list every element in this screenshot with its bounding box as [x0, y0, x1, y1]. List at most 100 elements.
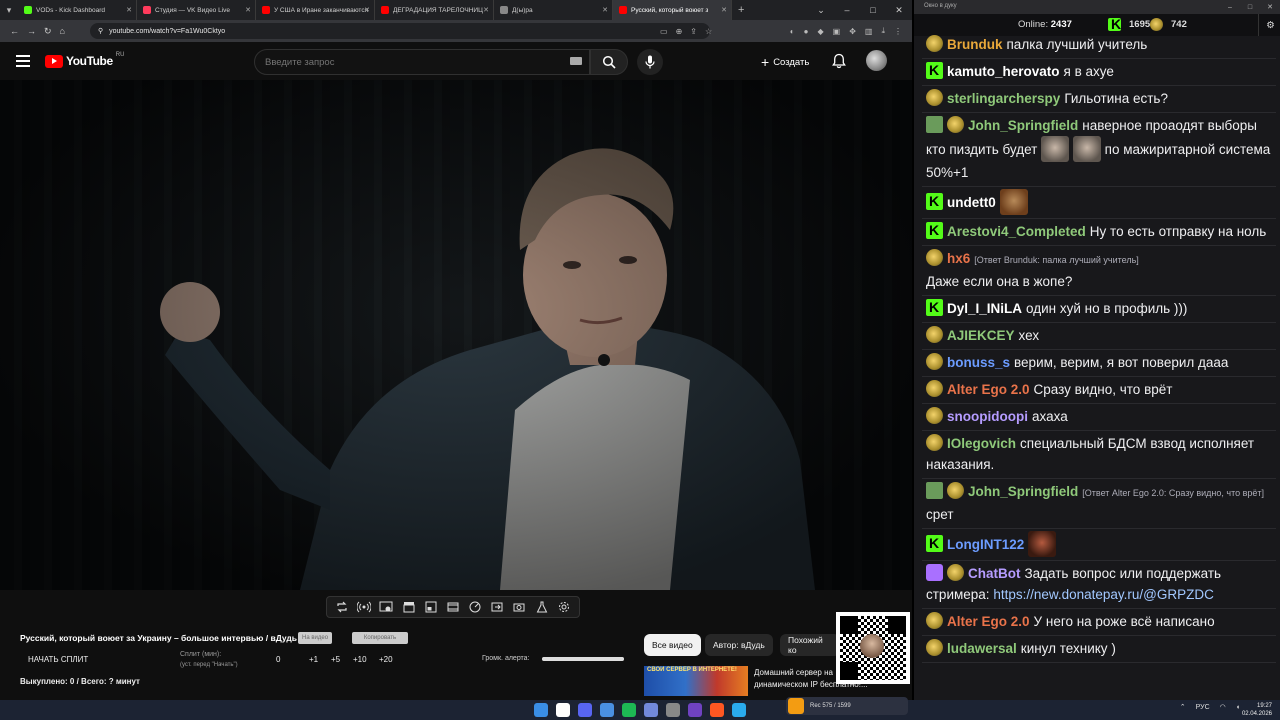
broadcast-icon[interactable] — [357, 600, 372, 614]
chip-all-videos[interactable]: Все видео — [644, 634, 701, 656]
split-value-plus20[interactable]: +20 — [379, 655, 393, 664]
account-avatar[interactable] — [866, 50, 887, 71]
puzzle-icon[interactable]: ✥ — [849, 27, 856, 36]
taskbar-app-icon[interactable] — [622, 703, 636, 717]
dropdown-icon[interactable]: ⌄ — [808, 0, 834, 20]
search-input[interactable] — [265, 56, 555, 68]
voice-search-button[interactable] — [637, 49, 663, 75]
repeat-icon[interactable] — [335, 600, 349, 614]
split-value-plus1[interactable]: +1 — [309, 655, 318, 664]
tab-close-icon[interactable]: ✕ — [364, 6, 370, 14]
camera-icon[interactable] — [512, 600, 526, 614]
clapper-icon[interactable] — [402, 600, 416, 614]
chat-username[interactable]: hx6 — [947, 251, 970, 266]
taskbar-app-icon[interactable] — [556, 703, 570, 717]
close-icon[interactable]: ✕ — [1260, 0, 1280, 14]
chat-username[interactable]: Arestovi4_Completed — [947, 224, 1086, 239]
taskbar-app-icon[interactable] — [534, 703, 548, 717]
url-field[interactable]: ⚲ youtube.com/watch?v=Fa1Wu0Cktyo — [90, 23, 710, 39]
notifications-button[interactable] — [832, 53, 846, 74]
clock[interactable]: 19:27 02.04.2026 — [1242, 702, 1272, 718]
video-player[interactable] — [0, 80, 912, 590]
create-button[interactable]: + Создать — [755, 50, 815, 74]
chat-username[interactable]: Dyl_I_INiLA — [947, 301, 1022, 316]
tab-close-icon[interactable]: ✕ — [721, 6, 727, 14]
chat-username[interactable]: ludawersal — [947, 641, 1017, 656]
taskbar-app-icon[interactable] — [732, 703, 746, 717]
chat-username[interactable]: Brunduk — [947, 37, 1003, 52]
on-video-button[interactable]: На видео — [298, 632, 333, 644]
extension-icon[interactable]: ● — [804, 27, 809, 36]
alert-volume-slider[interactable] — [542, 657, 624, 661]
volume-icon[interactable]: ◖ — [1236, 704, 1240, 711]
taskbar-app-icon[interactable] — [688, 703, 702, 717]
tab-search-icon[interactable]: ▾ — [0, 0, 18, 20]
chip-similar[interactable]: Похожий ко — [780, 634, 840, 656]
chat-username[interactable]: Alter Ego 2.0 — [947, 382, 1030, 397]
chat-username[interactable]: Alter Ego 2.0 — [947, 614, 1030, 629]
maximize-icon[interactable]: □ — [1240, 0, 1260, 14]
extension-icon[interactable]: ◐ — [790, 27, 795, 36]
bookmark-star-icon[interactable]: ☆ — [705, 27, 712, 36]
taskbar-app-icon[interactable] — [666, 703, 680, 717]
cast-icon[interactable]: ▭ — [660, 27, 668, 36]
chat-username[interactable]: LongINT122 — [947, 537, 1024, 552]
frames-icon[interactable] — [446, 600, 460, 614]
chat-username[interactable]: sterlingarcherspy — [947, 91, 1060, 106]
extension-icon[interactable]: ▣ — [833, 27, 841, 36]
flask-icon[interactable] — [535, 600, 549, 614]
tab-close-icon[interactable]: ✕ — [126, 6, 132, 14]
forward-icon[interactable]: → — [27, 26, 36, 36]
zoom-icon[interactable]: ⊕ — [676, 27, 683, 36]
screen-record-icon[interactable] — [379, 600, 393, 614]
search-button[interactable] — [590, 49, 628, 75]
browser-tab[interactable]: Русский, который воюет з ✕ — [613, 0, 732, 20]
settings-icon[interactable] — [557, 600, 571, 614]
sidebar-icon[interactable]: ▥ — [865, 27, 873, 36]
minimize-icon[interactable]: – — [1220, 0, 1240, 14]
download-icon[interactable]: ⤓ — [881, 26, 885, 36]
pip-icon[interactable] — [424, 600, 438, 614]
site-info-icon[interactable]: ⚲ — [98, 27, 103, 35]
search-box[interactable] — [254, 49, 590, 75]
maximize-icon[interactable]: □ — [860, 0, 886, 20]
menu-dots-icon[interactable]: ⋮ — [894, 27, 902, 36]
chat-username[interactable]: AJIEKCEY — [947, 328, 1015, 343]
chat-username[interactable]: bonuss_s — [947, 355, 1010, 370]
minimize-icon[interactable]: – — [834, 0, 860, 20]
back-icon[interactable]: ← — [10, 26, 19, 36]
chat-username[interactable]: kamuto_herovato — [947, 64, 1060, 79]
home-icon[interactable]: ⌂ — [60, 26, 65, 36]
share-icon[interactable]: ⇪ — [690, 27, 697, 36]
start-split-button[interactable]: НАЧАТЬ СПЛИТ — [28, 655, 88, 664]
chat-username[interactable]: ChatBot — [968, 566, 1021, 581]
taskbar-app-icon[interactable] — [578, 703, 592, 717]
wifi-icon[interactable]: ◠ — [1220, 703, 1226, 711]
chat-link[interactable]: https://new.donatepay.ru/@GRPZDC — [993, 587, 1214, 602]
tab-close-icon[interactable]: ✕ — [602, 6, 608, 14]
recommended-thumbnail[interactable]: СВОЙ СЕРВЕР В ИНТЕРНЕТЕ! — [644, 666, 748, 696]
split-value-0[interactable]: 0 — [276, 655, 280, 664]
chat-username[interactable]: John_Springfield — [968, 118, 1078, 133]
close-icon[interactable]: ✕ — [886, 0, 912, 20]
youtube-logo[interactable]: YouTube RU — [45, 52, 124, 68]
copy-button[interactable]: Копировать — [352, 632, 408, 644]
browser-tab[interactable]: У США в Иране заканчиваются ✕ — [256, 0, 375, 20]
reload-icon[interactable]: ↻ — [44, 26, 52, 37]
keyboard-icon[interactable] — [570, 57, 582, 65]
taskbar-app-icon[interactable] — [644, 703, 658, 717]
tab-close-icon[interactable]: ✕ — [245, 6, 251, 14]
hamburger-menu-icon[interactable] — [16, 55, 30, 67]
browser-tab[interactable]: VODs - Kick Dashboard ✕ — [18, 0, 137, 20]
taskbar-app-icon[interactable] — [710, 703, 724, 717]
media-widget[interactable]: Rec 575 / 1599 — [786, 697, 908, 715]
taskbar-app-icon[interactable] — [600, 703, 614, 717]
browser-tab[interactable]: Д(ы)ра ✕ — [494, 0, 613, 20]
language-indicator[interactable]: РУС — [1196, 704, 1210, 711]
split-value-plus10[interactable]: +10 — [353, 655, 367, 664]
browser-tab[interactable]: ДЕГРАДАЦИЯ ТАРЕЛОЧНИЦ ✕ — [375, 0, 494, 20]
chat-username[interactable]: IOlegovich — [947, 436, 1016, 451]
speed-icon[interactable] — [468, 600, 482, 614]
chevron-up-icon[interactable]: ⌃ — [1180, 703, 1186, 711]
export-icon[interactable] — [490, 600, 504, 614]
